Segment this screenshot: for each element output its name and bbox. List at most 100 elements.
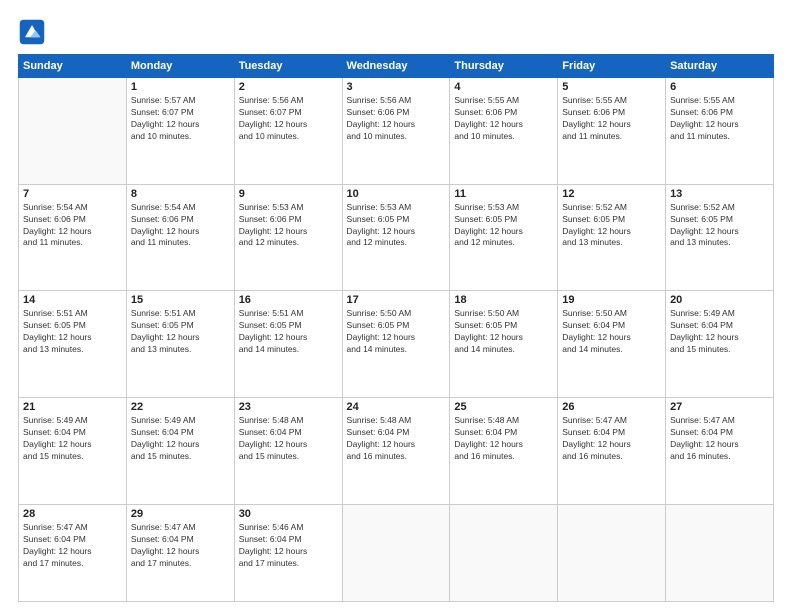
day-info: Sunrise: 5:46 AM Sunset: 6:04 PM Dayligh… <box>239 522 338 570</box>
header-cell-tuesday: Tuesday <box>234 55 342 78</box>
day-number: 24 <box>347 401 446 413</box>
day-number: 17 <box>347 294 446 306</box>
day-info: Sunrise: 5:47 AM Sunset: 6:04 PM Dayligh… <box>131 522 230 570</box>
day-number: 14 <box>23 294 122 306</box>
day-info: Sunrise: 5:49 AM Sunset: 6:04 PM Dayligh… <box>131 415 230 463</box>
day-cell: 23 Sunrise: 5:48 AM Sunset: 6:04 PM Dayli… <box>234 398 342 505</box>
day-number: 22 <box>131 401 230 413</box>
logo-icon <box>18 18 46 46</box>
day-info: Sunrise: 5:55 AM Sunset: 6:06 PM Dayligh… <box>562 95 661 143</box>
calendar-header: SundayMondayTuesdayWednesdayThursdayFrid… <box>19 55 774 78</box>
day-number: 15 <box>131 294 230 306</box>
day-number: 30 <box>239 508 338 520</box>
week-row-5: 28 Sunrise: 5:47 AM Sunset: 6:04 PM Dayli… <box>19 504 774 601</box>
day-info: Sunrise: 5:48 AM Sunset: 6:04 PM Dayligh… <box>239 415 338 463</box>
day-info: Sunrise: 5:50 AM Sunset: 6:04 PM Dayligh… <box>562 308 661 356</box>
day-cell: 24 Sunrise: 5:48 AM Sunset: 6:04 PM Dayli… <box>342 398 450 505</box>
day-cell <box>19 78 127 185</box>
day-info: Sunrise: 5:53 AM Sunset: 6:05 PM Dayligh… <box>347 202 446 250</box>
day-info: Sunrise: 5:48 AM Sunset: 6:04 PM Dayligh… <box>347 415 446 463</box>
day-info: Sunrise: 5:51 AM Sunset: 6:05 PM Dayligh… <box>239 308 338 356</box>
header-row: SundayMondayTuesdayWednesdayThursdayFrid… <box>19 55 774 78</box>
day-cell: 18Sunrise: 5:50 AM Sunset: 6:05 PM Dayli… <box>450 291 558 398</box>
day-info: Sunrise: 5:53 AM Sunset: 6:06 PM Dayligh… <box>239 202 338 250</box>
day-info: Sunrise: 5:52 AM Sunset: 6:05 PM Dayligh… <box>670 202 769 250</box>
day-number: 27 <box>670 401 769 413</box>
day-cell: 12Sunrise: 5:52 AM Sunset: 6:05 PM Dayli… <box>558 184 666 291</box>
header-cell-friday: Friday <box>558 55 666 78</box>
day-info: Sunrise: 5:49 AM Sunset: 6:04 PM Dayligh… <box>23 415 122 463</box>
day-number: 23 <box>239 401 338 413</box>
day-info: Sunrise: 5:49 AM Sunset: 6:04 PM Dayligh… <box>670 308 769 356</box>
header-cell-saturday: Saturday <box>666 55 774 78</box>
day-info: Sunrise: 5:53 AM Sunset: 6:05 PM Dayligh… <box>454 202 553 250</box>
day-cell <box>450 504 558 601</box>
week-row-2: 7 Sunrise: 5:54 AM Sunset: 6:06 PM Daylig… <box>19 184 774 291</box>
day-number: 3 <box>347 81 446 93</box>
day-number: 25 <box>454 401 553 413</box>
day-cell: 30 Sunrise: 5:46 AM Sunset: 6:04 PM Dayli… <box>234 504 342 601</box>
day-number: 7 <box>23 188 122 200</box>
day-cell: 5 Sunrise: 5:55 AM Sunset: 6:06 PM Daylig… <box>558 78 666 185</box>
day-cell: 6 Sunrise: 5:55 AM Sunset: 6:06 PM Daylig… <box>666 78 774 185</box>
day-info: Sunrise: 5:51 AM Sunset: 6:05 PM Dayligh… <box>131 308 230 356</box>
day-cell: 22 Sunrise: 5:49 AM Sunset: 6:04 PM Dayli… <box>126 398 234 505</box>
day-cell: 29 Sunrise: 5:47 AM Sunset: 6:04 PM Dayli… <box>126 504 234 601</box>
day-info: Sunrise: 5:51 AM Sunset: 6:05 PM Dayligh… <box>23 308 122 356</box>
day-number: 6 <box>670 81 769 93</box>
day-cell: 25 Sunrise: 5:48 AM Sunset: 6:04 PM Dayli… <box>450 398 558 505</box>
week-row-3: 14 Sunrise: 5:51 AM Sunset: 6:05 PM Dayli… <box>19 291 774 398</box>
day-cell: 10 Sunrise: 5:53 AM Sunset: 6:05 PM Dayli… <box>342 184 450 291</box>
day-number: 8 <box>131 188 230 200</box>
day-info: Sunrise: 5:56 AM Sunset: 6:07 PM Dayligh… <box>239 95 338 143</box>
header-cell-sunday: Sunday <box>19 55 127 78</box>
day-number: 21 <box>23 401 122 413</box>
day-info: Sunrise: 5:47 AM Sunset: 6:04 PM Dayligh… <box>670 415 769 463</box>
day-cell: 1Sunrise: 5:57 AM Sunset: 6:07 PM Daylig… <box>126 78 234 185</box>
day-number: 5 <box>562 81 661 93</box>
day-info: Sunrise: 5:57 AM Sunset: 6:07 PM Dayligh… <box>131 95 230 143</box>
day-info: Sunrise: 5:47 AM Sunset: 6:04 PM Dayligh… <box>23 522 122 570</box>
day-info: Sunrise: 5:48 AM Sunset: 6:04 PM Dayligh… <box>454 415 553 463</box>
day-info: Sunrise: 5:55 AM Sunset: 6:06 PM Dayligh… <box>454 95 553 143</box>
day-cell: 15 Sunrise: 5:51 AM Sunset: 6:05 PM Dayli… <box>126 291 234 398</box>
day-info: Sunrise: 5:50 AM Sunset: 6:05 PM Dayligh… <box>347 308 446 356</box>
day-cell: 3Sunrise: 5:56 AM Sunset: 6:06 PM Daylig… <box>342 78 450 185</box>
day-number: 2 <box>239 81 338 93</box>
day-info: Sunrise: 5:55 AM Sunset: 6:06 PM Dayligh… <box>670 95 769 143</box>
day-cell: 9 Sunrise: 5:53 AM Sunset: 6:06 PM Daylig… <box>234 184 342 291</box>
day-number: 11 <box>454 188 553 200</box>
day-number: 13 <box>670 188 769 200</box>
header-cell-monday: Monday <box>126 55 234 78</box>
day-cell: 13 Sunrise: 5:52 AM Sunset: 6:05 PM Dayli… <box>666 184 774 291</box>
day-number: 16 <box>239 294 338 306</box>
calendar-body: 1Sunrise: 5:57 AM Sunset: 6:07 PM Daylig… <box>19 78 774 602</box>
day-info: Sunrise: 5:47 AM Sunset: 6:04 PM Dayligh… <box>562 415 661 463</box>
day-number: 29 <box>131 508 230 520</box>
day-cell: 16 Sunrise: 5:51 AM Sunset: 6:05 PM Dayli… <box>234 291 342 398</box>
calendar-table: SundayMondayTuesdayWednesdayThursdayFrid… <box>18 54 774 602</box>
header <box>18 18 774 46</box>
day-number: 12 <box>562 188 661 200</box>
day-cell <box>342 504 450 601</box>
day-cell: 28 Sunrise: 5:47 AM Sunset: 6:04 PM Dayli… <box>19 504 127 601</box>
day-info: Sunrise: 5:50 AM Sunset: 6:05 PM Dayligh… <box>454 308 553 356</box>
day-cell: 21 Sunrise: 5:49 AM Sunset: 6:04 PM Dayli… <box>19 398 127 505</box>
page: SundayMondayTuesdayWednesdayThursdayFrid… <box>0 0 792 612</box>
day-number: 10 <box>347 188 446 200</box>
day-cell: 14 Sunrise: 5:51 AM Sunset: 6:05 PM Dayli… <box>19 291 127 398</box>
logo <box>18 18 50 46</box>
day-number: 4 <box>454 81 553 93</box>
day-number: 20 <box>670 294 769 306</box>
day-cell: 20 Sunrise: 5:49 AM Sunset: 6:04 PM Dayli… <box>666 291 774 398</box>
day-info: Sunrise: 5:54 AM Sunset: 6:06 PM Dayligh… <box>23 202 122 250</box>
day-cell: 2 Sunrise: 5:56 AM Sunset: 6:07 PM Daylig… <box>234 78 342 185</box>
day-cell: 19Sunrise: 5:50 AM Sunset: 6:04 PM Dayli… <box>558 291 666 398</box>
day-number: 9 <box>239 188 338 200</box>
header-cell-thursday: Thursday <box>450 55 558 78</box>
day-cell: 8Sunrise: 5:54 AM Sunset: 6:06 PM Daylig… <box>126 184 234 291</box>
day-number: 26 <box>562 401 661 413</box>
day-number: 28 <box>23 508 122 520</box>
day-cell: 17 Sunrise: 5:50 AM Sunset: 6:05 PM Dayli… <box>342 291 450 398</box>
day-cell <box>558 504 666 601</box>
